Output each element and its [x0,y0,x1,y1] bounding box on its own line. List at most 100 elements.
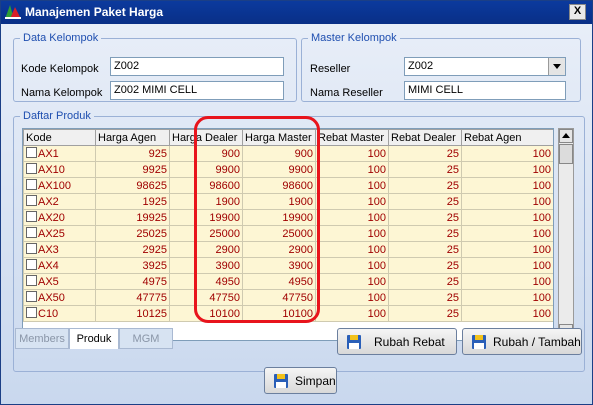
row-checkbox[interactable] [26,163,37,174]
cell-rebat-agen[interactable]: 100 [461,241,553,258]
vertical-scrollbar[interactable] [558,128,574,339]
cell-harga-master[interactable]: 4950 [242,273,316,290]
cell-harga-master[interactable]: 10100 [242,305,316,322]
column-header-kode[interactable]: Kode [23,129,96,146]
cell-harga-master[interactable]: 1900 [242,193,316,210]
cell-rebat-master[interactable]: 100 [315,145,389,162]
cell-rebat-master[interactable]: 100 [315,241,389,258]
cell-harga-agen[interactable]: 10125 [95,305,170,322]
cell-harga-dealer[interactable]: 3900 [169,257,243,274]
cell-harga-agen[interactable]: 1925 [95,193,170,210]
row-checkbox[interactable] [26,147,37,158]
column-header-rebat-master[interactable]: Rebat Master [315,129,389,146]
close-button[interactable]: X [569,4,586,20]
cell-kode[interactable]: AX20 [23,209,96,226]
cell-rebat-agen[interactable]: 100 [461,193,553,210]
row-checkbox[interactable] [26,291,37,302]
cell-kode[interactable]: AX50 [23,289,96,306]
table-row[interactable]: AX3 2925 2900 2900 100 25 100 [23,241,553,258]
column-header-rebat-dealer[interactable]: Rebat Dealer [388,129,462,146]
table-row[interactable]: AX50 47775 47750 47750 100 25 100 [23,289,553,306]
cell-harga-agen[interactable]: 2925 [95,241,170,258]
cell-kode[interactable]: AX2 [23,193,96,210]
row-checkbox[interactable] [26,195,37,206]
row-checkbox[interactable] [26,243,37,254]
cell-rebat-agen[interactable]: 100 [461,257,553,274]
cell-harga-agen[interactable]: 47775 [95,289,170,306]
column-header-harga-master[interactable]: Harga Master [242,129,316,146]
cell-rebat-agen[interactable]: 100 [461,209,553,226]
table-row[interactable]: AX1 925 900 900 100 25 100 [23,145,553,162]
nama-kelompok-field[interactable]: Z002 MIMI CELL [110,81,284,100]
cell-harga-master[interactable]: 2900 [242,241,316,258]
row-checkbox[interactable] [26,307,37,318]
cell-rebat-agen[interactable]: 100 [461,161,553,178]
cell-rebat-master[interactable]: 100 [315,257,389,274]
table-row[interactable]: AX5 4975 4950 4950 100 25 100 [23,273,553,290]
cell-rebat-dealer[interactable]: 25 [388,305,462,322]
cell-harga-dealer[interactable]: 25000 [169,225,243,242]
cell-rebat-dealer[interactable]: 25 [388,257,462,274]
tab-produk[interactable]: Produk [69,328,119,349]
cell-rebat-master[interactable]: 100 [315,289,389,306]
cell-rebat-master[interactable]: 100 [315,209,389,226]
cell-harga-agen[interactable]: 9925 [95,161,170,178]
table-row[interactable]: AX2 1925 1900 1900 100 25 100 [23,193,553,210]
cell-rebat-master[interactable]: 100 [315,177,389,194]
kode-kelompok-field[interactable]: Z002 [110,57,284,76]
nama-reseller-field[interactable]: MIMI CELL [404,81,566,100]
cell-harga-agen[interactable]: 925 [95,145,170,162]
column-header-harga-agen[interactable]: Harga Agen [95,129,170,146]
cell-rebat-dealer[interactable]: 25 [388,241,462,258]
cell-harga-agen[interactable]: 98625 [95,177,170,194]
cell-harga-dealer[interactable]: 9900 [169,161,243,178]
tab-members[interactable]: Members [15,328,69,349]
row-checkbox[interactable] [26,227,37,238]
cell-rebat-agen[interactable]: 100 [461,305,553,322]
table-row[interactable]: AX4 3925 3900 3900 100 25 100 [23,257,553,274]
cell-harga-master[interactable]: 25000 [242,225,316,242]
row-checkbox[interactable] [26,211,37,222]
table-row[interactable]: AX25 25025 25000 25000 100 25 100 [23,225,553,242]
cell-kode[interactable]: AX100 [23,177,96,194]
cell-kode[interactable]: AX3 [23,241,96,258]
cell-rebat-master[interactable]: 100 [315,193,389,210]
cell-rebat-agen[interactable]: 100 [461,289,553,306]
column-header-rebat-agen[interactable]: Rebat Agen [461,129,553,146]
cell-harga-dealer[interactable]: 10100 [169,305,243,322]
cell-kode[interactable]: AX5 [23,273,96,290]
row-checkbox[interactable] [26,179,37,190]
scroll-thumb[interactable] [559,144,573,164]
cell-rebat-master[interactable]: 100 [315,225,389,242]
cell-kode[interactable]: AX1 [23,145,96,162]
cell-rebat-agen[interactable]: 100 [461,145,553,162]
cell-rebat-agen[interactable]: 100 [461,225,553,242]
cell-harga-agen[interactable]: 19925 [95,209,170,226]
cell-rebat-dealer[interactable]: 25 [388,193,462,210]
cell-harga-agen[interactable]: 25025 [95,225,170,242]
scroll-up-button[interactable] [559,129,573,143]
table-row[interactable]: AX100 98625 98600 98600 100 25 100 [23,177,553,194]
cell-rebat-master[interactable]: 100 [315,161,389,178]
row-checkbox[interactable] [26,275,37,286]
cell-rebat-master[interactable]: 100 [315,273,389,290]
table-row[interactable]: AX20 19925 19900 19900 100 25 100 [23,209,553,226]
cell-harga-master[interactable]: 19900 [242,209,316,226]
simpan-button[interactable]: Simpan [264,367,337,394]
cell-rebat-dealer[interactable]: 25 [388,161,462,178]
cell-harga-agen[interactable]: 3925 [95,257,170,274]
reseller-select[interactable]: Z002 [404,57,566,76]
cell-harga-agen[interactable]: 4975 [95,273,170,290]
cell-kode[interactable]: AX25 [23,225,96,242]
rubah-tambah-button[interactable]: Rubah / Tambah [462,328,582,355]
tab-mgm[interactable]: MGM [119,328,173,349]
cell-rebat-agen[interactable]: 100 [461,177,553,194]
cell-harga-dealer[interactable]: 1900 [169,193,243,210]
cell-kode[interactable]: AX4 [23,257,96,274]
cell-kode[interactable]: C10 [23,305,96,322]
cell-rebat-dealer[interactable]: 25 [388,289,462,306]
cell-rebat-agen[interactable]: 100 [461,273,553,290]
cell-harga-dealer[interactable]: 900 [169,145,243,162]
produk-grid[interactable]: Kode Harga Agen Harga Dealer Harga Maste… [22,128,554,341]
table-row[interactable]: C10 10125 10100 10100 100 25 100 [23,305,553,322]
